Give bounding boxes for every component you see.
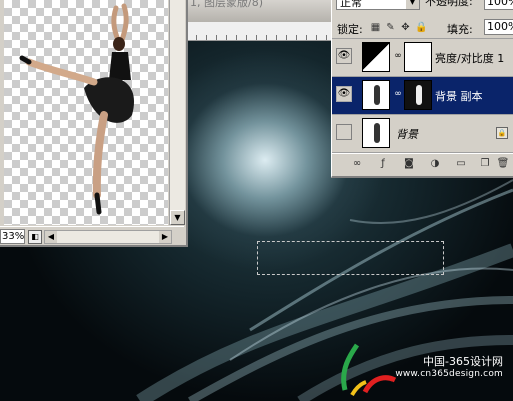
lock-pixels-icon[interactable]: ✎ — [385, 22, 396, 33]
marquee-selection — [257, 241, 444, 275]
watermark: 中国-365设计网 www.cn365design.com — [395, 355, 503, 381]
chain-link-icon[interactable]: ∞ — [394, 87, 402, 101]
layer-row-background[interactable]: 👁 背景 🔒 — [332, 115, 513, 153]
layer-thumbnail[interactable] — [362, 80, 390, 110]
layer-name: 亮度/对比度 1 — [435, 52, 505, 65]
lock-label: 锁定: — [337, 23, 363, 36]
adjustment-icon[interactable]: ◑ — [428, 157, 442, 171]
layers-panel: 正常 ▼ 不透明度: 100% 锁定: ▦ ✎ ✥ 🔒 填充: 100% 👁 ∞ 亮度… — [331, 0, 513, 178]
opacity-input[interactable]: 100% — [484, 0, 513, 10]
vertical-scrollbar[interactable]: ▼ — [169, 0, 185, 225]
watermark-line1: 中国-365设计网 — [423, 355, 503, 368]
document-title-bar: 1, 图层蒙版/8) — [186, 0, 336, 23]
lock-icon: 🔒 — [496, 127, 508, 139]
scroll-right-arrow[interactable]: ▶ — [159, 231, 171, 243]
layer-thumbnail[interactable] — [362, 118, 390, 148]
lock-position-icon[interactable]: ✥ — [400, 22, 411, 33]
dancer-document-window[interactable]: ▼ 33% ◧ ◀ ▶ — [0, 0, 188, 247]
document-info-icon[interactable]: ◧ — [28, 230, 42, 244]
blend-mode-value: 正常 — [340, 0, 362, 9]
zoom-field[interactable]: 33% — [0, 229, 25, 244]
link-icon[interactable]: ∞ — [350, 157, 364, 171]
lock-all-icon[interactable]: 🔒 — [415, 22, 427, 33]
window-status-bar: 33% ◧ ◀ ▶ — [0, 226, 184, 245]
layer-name: 背景 — [396, 128, 418, 141]
eye-icon[interactable]: 👁 — [336, 48, 352, 64]
lock-row: 锁定: ▦ ✎ ✥ 🔒 填充: 100% — [332, 16, 513, 39]
layer-row-brightness[interactable]: 👁 ∞ 亮度/对比度 1 — [332, 39, 513, 77]
blend-row: 正常 ▼ 不透明度: 100% — [332, 0, 513, 16]
eye-icon[interactable]: 👁 — [336, 86, 352, 102]
blend-mode-select[interactable]: 正常 ▼ — [336, 0, 420, 10]
chevron-down-icon: ▼ — [406, 0, 419, 9]
trash-icon[interactable]: 🗑 — [496, 157, 510, 171]
layer-name: 背景 副本 — [435, 90, 483, 103]
layer-row-background-copy[interactable]: 👁 ∞ 背景 副本 — [332, 77, 513, 115]
logo-leaf-red — [362, 375, 397, 394]
eye-icon[interactable]: 👁 — [336, 124, 352, 140]
transparency-canvas — [4, 0, 168, 225]
fill-label: 填充: — [447, 23, 473, 36]
top-ruler — [186, 22, 336, 41]
document-title: 1, 图层蒙版/8) — [190, 0, 263, 9]
ballerina-image — [19, 3, 135, 215]
lock-transparency-icon[interactable]: ▦ — [370, 22, 381, 33]
logo-leaf-yellow — [350, 380, 367, 397]
horizontal-scrollbar[interactable]: ◀ ▶ — [44, 230, 172, 244]
watermark-line2: www.cn365design.com — [395, 369, 503, 379]
folder-icon[interactable]: ▭ — [454, 157, 468, 171]
chain-link-icon[interactable]: ∞ — [394, 49, 402, 63]
layer-mask-thumbnail[interactable] — [404, 42, 432, 72]
scroll-left-arrow[interactable]: ◀ — [45, 231, 57, 243]
fx-icon[interactable]: ƒ — [376, 157, 390, 171]
layers-toolbar: ∞ ƒ ◙ ◑ ▭ ❐ 🗑 — [332, 153, 513, 174]
mask-icon[interactable]: ◙ — [402, 157, 416, 171]
fill-input[interactable]: 100% — [484, 19, 513, 35]
adjustment-layer-icon — [362, 42, 390, 72]
scroll-down-arrow[interactable]: ▼ — [170, 210, 185, 225]
new-layer-icon[interactable]: ❐ — [478, 157, 492, 171]
layer-mask-thumbnail[interactable] — [404, 80, 432, 110]
opacity-label: 不透明度: — [425, 0, 473, 8]
